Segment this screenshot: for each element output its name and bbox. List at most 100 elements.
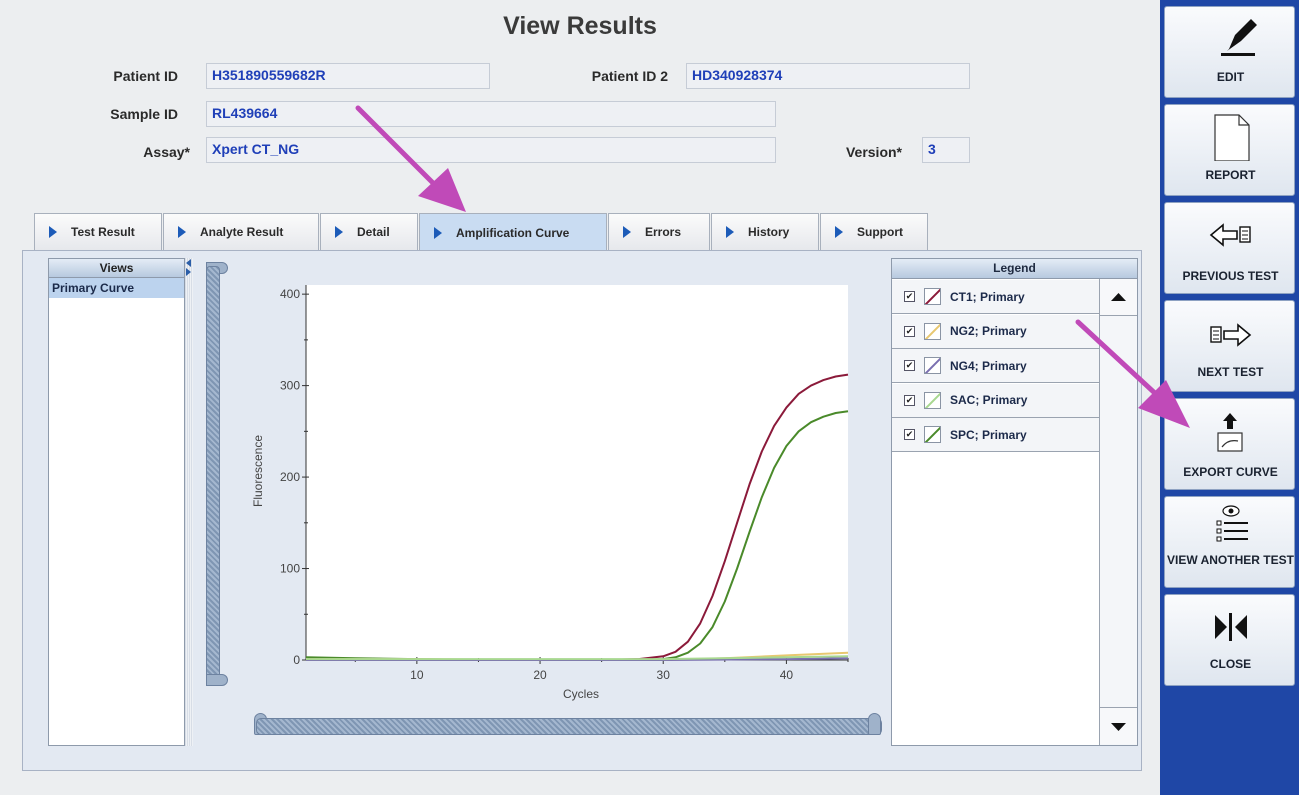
patient-id-2-label: Patient ID 2 <box>591 68 668 84</box>
y-tick-label: 400 <box>280 287 300 301</box>
assay-label: Assay* <box>143 144 190 160</box>
legend-item[interactable]: ✔ SPC; Primary <box>892 418 1100 452</box>
tab-arrow-icon <box>434 226 442 239</box>
tab-arrow-icon <box>835 226 843 238</box>
close-button[interactable]: CLOSE <box>1164 594 1295 686</box>
view-item-primary-curve[interactable]: Primary Curve <box>49 278 184 298</box>
previous-test-button[interactable]: PREVIOUS TEST <box>1164 202 1295 294</box>
legend-item[interactable]: ✔ SAC; Primary <box>892 383 1100 418</box>
legend-checkbox[interactable]: ✔ <box>904 429 915 440</box>
sample-id-label: Sample ID <box>110 106 178 122</box>
arrow-up-icon <box>1111 293 1126 301</box>
version-field: 3 <box>922 137 970 163</box>
legend-checkbox[interactable]: ✔ <box>904 394 915 406</box>
tab-arrow-icon <box>178 226 186 238</box>
tab-analyte-result[interactable]: Analyte Result <box>163 213 319 250</box>
x-tick-label: 40 <box>780 668 794 682</box>
tab-detail[interactable]: Detail <box>320 213 418 250</box>
x-tick-label: 20 <box>533 668 547 682</box>
plot-area <box>306 285 848 660</box>
x-axis-label: Cycles <box>563 687 599 701</box>
views-header: Views <box>49 259 184 278</box>
version-label: Version* <box>845 144 902 160</box>
window-title: View Results <box>503 12 657 40</box>
legend-scrollbar[interactable] <box>1099 279 1137 745</box>
x-tick-label: 10 <box>410 668 424 682</box>
patient-id-2-field: HD340928374 <box>686 63 970 89</box>
tab-label: Detail <box>357 225 390 239</box>
legend-label: NG4; Primary <box>950 358 1027 373</box>
arrow-right-icon <box>1210 323 1252 347</box>
sample-id-field: RL439664 <box>206 101 776 127</box>
document-icon <box>1214 114 1250 161</box>
report-label: REPORT <box>1205 168 1256 182</box>
legend-label: CT1; Primary <box>950 289 1025 304</box>
legend-item[interactable]: ✔ NG4; Primary <box>892 349 1100 383</box>
legend-checkbox[interactable]: ✔ <box>904 291 915 302</box>
action-sidebar: EDIT REPORT PREVIOUS TEST NEXT TEST EXPO… <box>1160 0 1299 795</box>
edit-button[interactable]: EDIT <box>1164 6 1295 98</box>
export-icon <box>1217 413 1243 452</box>
x-tick-label: 30 <box>657 668 671 682</box>
tab-amplification-curve[interactable]: Amplification Curve <box>419 213 607 251</box>
horizontal-zoom-right-handle[interactable] <box>868 713 881 735</box>
report-button[interactable]: REPORT <box>1164 104 1295 196</box>
close-label: CLOSE <box>1209 657 1252 671</box>
view-results-window: View Results Patient ID H351890559682R P… <box>0 0 1160 795</box>
legend-color-swatch <box>924 322 941 340</box>
vertical-zoom-bottom-handle[interactable] <box>206 674 228 686</box>
legend-item[interactable]: ✔ CT1; Primary <box>892 280 1100 314</box>
collapse-icon <box>1215 613 1247 641</box>
views-list: Views Primary Curve <box>48 258 185 746</box>
horizontal-zoom-scrollbar[interactable] <box>256 718 882 735</box>
tab-arrow-icon <box>623 226 631 238</box>
tab-history[interactable]: History <box>711 213 819 250</box>
legend-header: Legend <box>892 259 1137 279</box>
y-tick-label: 200 <box>280 470 300 484</box>
next-test-label: NEXT TEST <box>1197 365 1264 379</box>
vertical-zoom-scrollbar[interactable] <box>206 266 220 684</box>
arrow-down-icon <box>1111 723 1126 731</box>
views-splitter[interactable] <box>185 258 193 746</box>
tab-label: Analyte Result <box>200 225 284 239</box>
legend-checkbox[interactable]: ✔ <box>904 360 915 371</box>
scroll-down-button[interactable] <box>1100 707 1137 744</box>
tab-errors[interactable]: Errors <box>608 213 710 250</box>
tab-arrow-icon <box>726 226 734 238</box>
amplification-chart: 0 100 200 300 400 10 20 30 40 Fluorescence Cycle… <box>251 285 849 701</box>
legend-color-swatch <box>924 357 941 374</box>
y-tick-label: 100 <box>280 562 300 576</box>
arrow-left-icon <box>1209 223 1251 247</box>
y-tick-label: 300 <box>280 379 300 393</box>
collapse-left-icon[interactable] <box>186 259 191 267</box>
export-curve-button[interactable]: EXPORT CURVE <box>1164 398 1295 490</box>
next-test-button[interactable]: NEXT TEST <box>1164 300 1295 392</box>
tab-label: Test Result <box>71 225 135 239</box>
tab-label: Errors <box>645 225 682 239</box>
legend-label: SAC; Primary <box>950 393 1028 407</box>
export-curve-label: EXPORT CURVE <box>1183 465 1278 479</box>
assay-field: Xpert CT_NG <box>206 137 776 163</box>
legend-item[interactable]: ✔ NG2; Primary <box>892 314 1100 349</box>
legend-checkbox[interactable]: ✔ <box>904 325 915 337</box>
edit-label: EDIT <box>1216 70 1245 84</box>
legend-color-swatch <box>924 391 941 409</box>
list-view-icon <box>1216 505 1248 542</box>
patient-id-label: Patient ID <box>113 68 178 84</box>
view-another-test-label: VIEW ANOTHER TEST <box>1167 553 1294 567</box>
tab-arrow-icon <box>335 226 343 238</box>
tab-test-result[interactable]: Test Result <box>34 213 162 250</box>
tab-arrow-icon <box>49 226 57 238</box>
patient-id-field: H351890559682R <box>206 63 490 89</box>
expand-right-icon[interactable] <box>186 268 191 276</box>
legend-color-swatch <box>924 288 941 305</box>
tab-support[interactable]: Support <box>820 213 928 250</box>
pencil-icon <box>1221 19 1257 56</box>
tab-label: Support <box>857 225 903 239</box>
scroll-up-button[interactable] <box>1100 279 1137 316</box>
y-tick-label: 0 <box>293 653 300 667</box>
tab-label: History <box>748 225 790 239</box>
previous-test-label: PREVIOUS TEST <box>1182 269 1279 283</box>
view-another-test-button[interactable]: VIEW ANOTHER TEST <box>1164 496 1295 588</box>
tab-label: Amplification Curve <box>456 225 570 240</box>
